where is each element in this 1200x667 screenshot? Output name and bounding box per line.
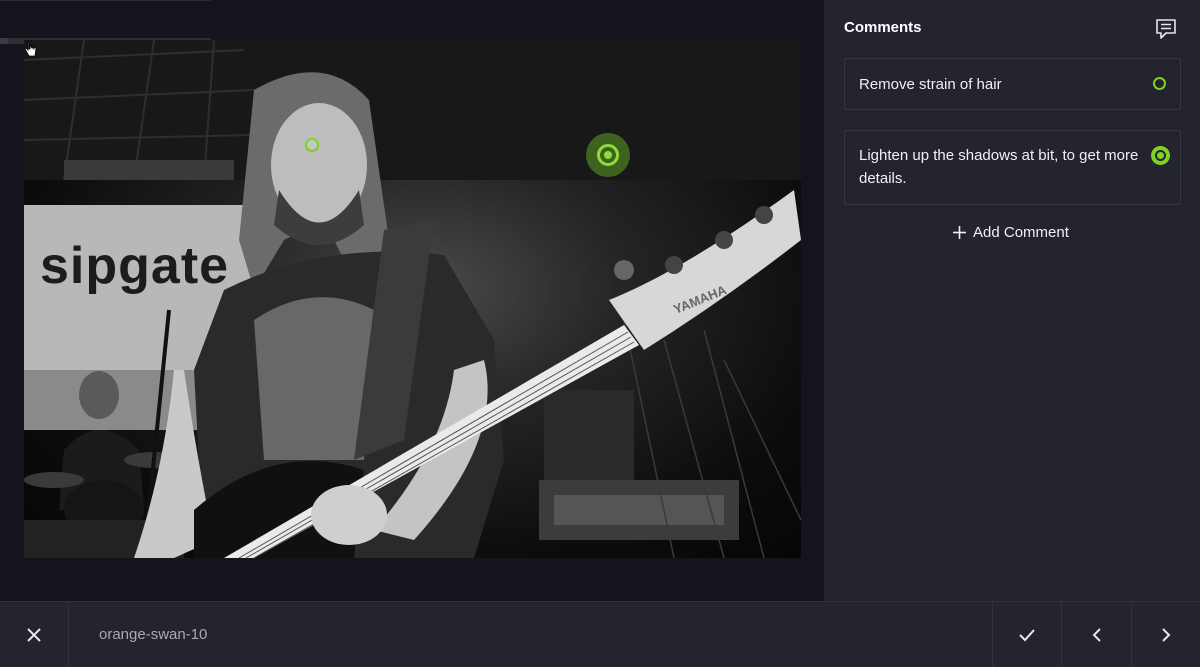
banner-text: sipgate	[40, 237, 230, 295]
close-icon	[27, 628, 41, 642]
image-viewer: sipgate YAMAHA	[0, 0, 824, 601]
next-button[interactable]	[1132, 602, 1200, 667]
add-comment-label: Add Comment	[973, 224, 1069, 241]
hand-cursor-icon	[24, 40, 37, 57]
previous-button[interactable]	[1062, 602, 1131, 667]
comment-icon[interactable]	[1155, 18, 1177, 40]
photo-canvas[interactable]: sipgate YAMAHA	[24, 40, 801, 558]
top-divider	[0, 0, 211, 1]
chevron-right-icon	[1162, 628, 1171, 642]
status-active-icon	[1151, 146, 1170, 165]
comment-text: Lighten up the shadows at bit, to get mo…	[859, 147, 1139, 187]
status-open-icon	[1153, 77, 1166, 90]
comment-text: Remove strain of hair	[859, 76, 1002, 93]
plus-icon	[953, 226, 966, 239]
comment-marker-open[interactable]	[305, 138, 319, 152]
add-comment-button[interactable]: Add Comment	[952, 224, 1069, 241]
comment-item-active[interactable]: Lighten up the shadows at bit, to get mo…	[844, 130, 1181, 205]
progress-bar-fill	[0, 38, 9, 44]
file-name: orange-swan-10	[99, 626, 208, 643]
marker-dot	[604, 151, 612, 159]
chevron-left-icon	[1092, 628, 1101, 642]
comment-item[interactable]: Remove strain of hair	[844, 58, 1181, 110]
bottom-toolbar: orange-swan-10	[0, 601, 1200, 667]
comment-marker-active[interactable]	[586, 133, 630, 177]
close-button[interactable]	[0, 602, 68, 667]
check-icon	[1019, 629, 1035, 642]
marker-ring	[597, 144, 619, 166]
approve-button[interactable]	[993, 602, 1061, 667]
panel-title: Comments	[844, 19, 922, 36]
comments-panel: Comments Remove strain of hair Lighten u…	[824, 0, 1200, 601]
toolbar-divider	[68, 602, 69, 667]
